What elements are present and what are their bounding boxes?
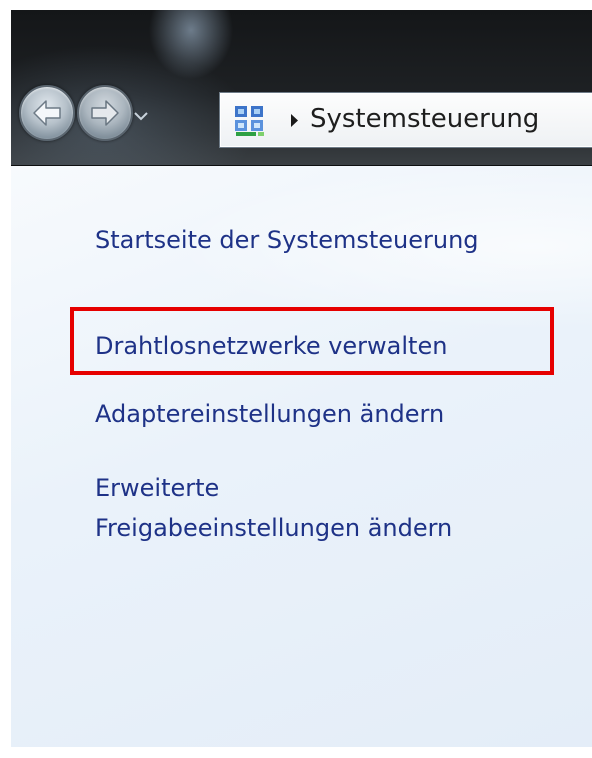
sharing-link-line-2: Freigabeeinstellungen ändern	[95, 514, 453, 542]
forward-arrow-icon	[91, 100, 119, 126]
control-panel-icon	[235, 106, 264, 136]
sharing-link-line-1: Erweiterte	[95, 474, 220, 502]
advanced-sharing-settings-link[interactable]: Erweiterte Freigabeeinstellungen ändern	[95, 468, 452, 548]
address-bar[interactable]: Systemsteuerung	[219, 92, 592, 148]
chevron-down-icon	[134, 112, 148, 121]
navigation-bar: Systemsteuerung	[11, 10, 592, 166]
forward-button[interactable]	[77, 85, 133, 141]
back-button[interactable]	[19, 85, 75, 141]
explorer-window: Systemsteuerung Startseite der Systemste…	[11, 10, 592, 747]
breadcrumb-arrow-icon[interactable]	[290, 114, 299, 127]
manage-wireless-networks-link[interactable]: Drahtlosnetzwerke verwalten	[95, 332, 447, 360]
control-panel-home-link[interactable]: Startseite der Systemsteuerung	[95, 226, 479, 254]
breadcrumb-systemsteuerung[interactable]: Systemsteuerung	[310, 104, 539, 134]
change-adapter-settings-link[interactable]: Adaptereinstellungen ändern	[95, 400, 444, 428]
recent-pages-button[interactable]	[133, 108, 149, 122]
task-pane: Startseite der Systemsteuerung Drahtlosn…	[11, 166, 592, 747]
back-arrow-icon	[33, 100, 61, 126]
